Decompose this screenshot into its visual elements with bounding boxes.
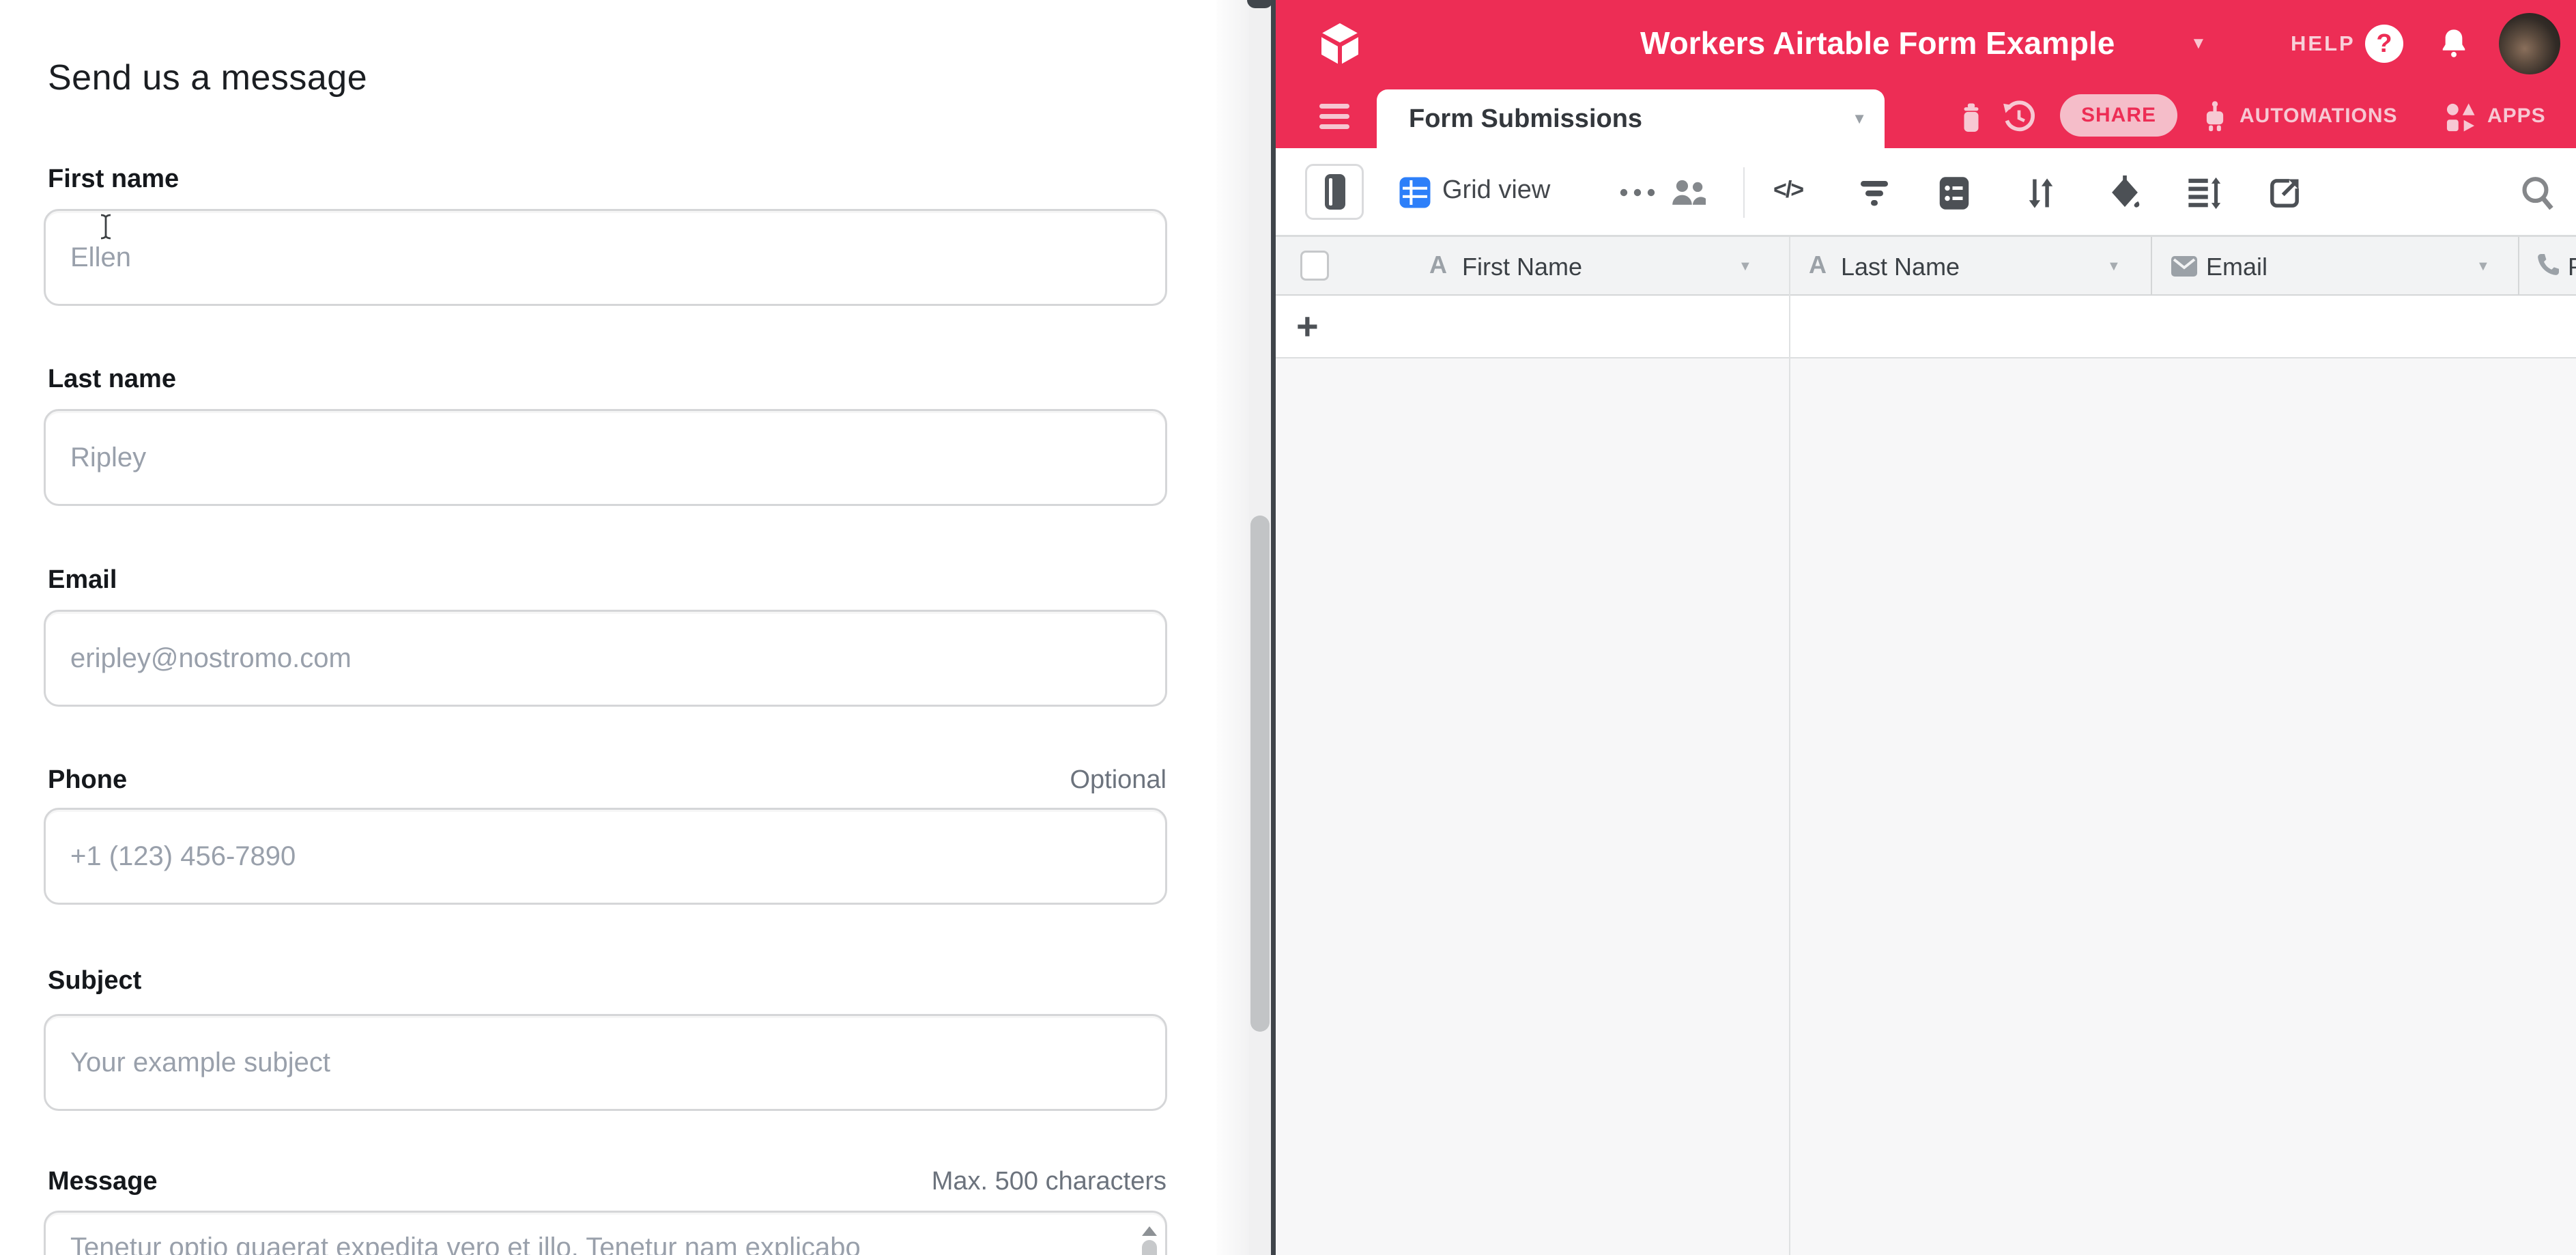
message-label: Message — [48, 1167, 158, 1196]
table-tab-form-submissions[interactable]: Form Submissions ▼ — [1377, 89, 1885, 148]
view-name[interactable]: Grid view — [1442, 175, 1550, 205]
view-options-ellipsis-icon[interactable] — [1617, 186, 1658, 199]
sidebar-toggle-button[interactable] — [1305, 164, 1364, 220]
airtable-topbar: Workers Airtable Form Example ▼ HELP ? — [1276, 0, 2576, 87]
message-textarea[interactable]: Tenetur optio quaerat expedita vero et i… — [44, 1211, 1167, 1255]
contact-form-pane: Send us a message First name Last name E… — [0, 0, 1216, 1255]
sidebar-toggle-icon — [1325, 174, 1345, 210]
hamburger-icon — [1319, 124, 1349, 129]
trash-icon[interactable] — [1952, 98, 1990, 137]
user-avatar[interactable] — [2499, 13, 2560, 74]
email-field-type-icon — [2171, 255, 2198, 278]
automations-button[interactable]: AUTOMATIONS — [2239, 104, 2398, 128]
collaborators-icon[interactable] — [1668, 173, 1710, 212]
share-button[interactable]: SHARE — [2060, 94, 2177, 137]
row-height-icon[interactable] — [2187, 175, 2222, 211]
frozen-column-divider — [1789, 237, 1790, 1255]
automations-icon[interactable] — [2196, 98, 2234, 137]
chevron-down-icon[interactable]: ▼ — [1852, 110, 1867, 128]
subject-input[interactable] — [44, 1014, 1167, 1111]
history-icon[interactable] — [2000, 98, 2038, 137]
column-header-last-name[interactable]: Last Name — [1841, 253, 1960, 281]
apps-icon[interactable] — [2442, 98, 2480, 137]
table-tab-label: Form Submissions — [1409, 104, 1642, 134]
airtable-table-bar: Form Submissions ▼ SHARE — [1276, 87, 2576, 148]
phone-label: Phone — [48, 765, 127, 795]
left-pane-scrollbar-thumb[interactable] — [1250, 516, 1270, 1032]
column-header-first-name[interactable]: First Name — [1462, 253, 1582, 281]
phone-field[interactable] — [44, 808, 1167, 905]
apps-button[interactable]: APPS — [2487, 104, 2546, 128]
text-field-type-icon: A — [1429, 251, 1447, 279]
filter-icon[interactable] — [1858, 178, 1891, 208]
help-button[interactable]: HELP — [2291, 31, 2356, 56]
group-icon[interactable] — [1937, 174, 1971, 212]
screenshot-canvas: Send us a message First name Last name E… — [0, 0, 2576, 1255]
help-question-icon[interactable]: ? — [2365, 25, 2403, 63]
color-icon[interactable] — [2107, 174, 2143, 212]
form-pane-edge — [1216, 0, 1249, 1255]
search-icon[interactable] — [2520, 175, 2556, 212]
pane-splitter[interactable] — [1271, 0, 1276, 1255]
first-name-input[interactable] — [44, 209, 1167, 306]
hamburger-icon — [1319, 104, 1349, 109]
textarea-scrollbar[interactable] — [1139, 1221, 1160, 1255]
column-divider[interactable] — [2518, 237, 2519, 296]
message-text: Tenetur optio quaerat expedita vero et i… — [70, 1229, 1121, 1255]
api-code-icon[interactable]: </> — [1773, 177, 1803, 203]
grid-empty-area — [1276, 358, 2576, 1255]
email-label: Email — [48, 565, 117, 595]
page-title: Send us a message — [48, 57, 367, 98]
column-header-phone[interactable]: Phone — [2568, 253, 2576, 281]
splitter-handle[interactable] — [1247, 0, 1273, 8]
chevron-down-icon[interactable]: ▼ — [2107, 259, 2121, 274]
scroll-up-arrow-icon[interactable] — [1142, 1226, 1157, 1236]
view-toolbar: Grid view </> — [1276, 148, 2576, 237]
subject-label: Subject — [48, 966, 141, 996]
chevron-down-icon[interactable]: ▼ — [1738, 259, 1752, 274]
add-record-row[interactable]: + — [1276, 296, 2576, 358]
phone-optional-note: Optional — [1070, 765, 1167, 795]
text-field-type-icon: A — [1809, 251, 1827, 279]
textarea-scrollbar-thumb[interactable] — [1142, 1240, 1157, 1255]
sidebar-menu-button[interactable] — [1276, 87, 1392, 148]
add-record-plus-icon[interactable]: + — [1296, 304, 1319, 348]
grid-header-row: A First Name ▼ A Last Name ▼ Email ▼ Pho… — [1276, 237, 2576, 296]
message-maxchars-note: Max. 500 characters — [932, 1167, 1167, 1196]
select-all-checkbox[interactable] — [1300, 251, 1329, 281]
notifications-bell-icon[interactable] — [2436, 26, 2472, 61]
last-name-label: Last name — [48, 365, 176, 394]
chevron-down-icon[interactable]: ▼ — [2476, 259, 2490, 274]
column-divider[interactable] — [2151, 237, 2152, 296]
airtable-pane: Workers Airtable Form Example ▼ HELP ? F… — [1276, 0, 2576, 1255]
phone-field-type-icon — [2534, 252, 2561, 279]
column-header-email[interactable]: Email — [2206, 253, 2267, 281]
share-view-icon[interactable] — [2267, 175, 2302, 211]
last-name-input[interactable] — [44, 409, 1167, 506]
first-name-label: First name — [48, 165, 179, 194]
email-field[interactable] — [44, 610, 1167, 707]
text-cursor-icon — [97, 213, 115, 240]
chevron-down-icon[interactable]: ▼ — [2190, 34, 2207, 53]
hamburger-icon — [1319, 114, 1349, 119]
grid-view-icon — [1397, 174, 1433, 211]
airtable-logo-icon[interactable] — [1315, 18, 1364, 70]
base-title[interactable]: Workers Airtable Form Example — [1640, 25, 2115, 61]
sort-icon[interactable] — [2024, 175, 2058, 211]
toolbar-divider — [1743, 167, 1745, 218]
